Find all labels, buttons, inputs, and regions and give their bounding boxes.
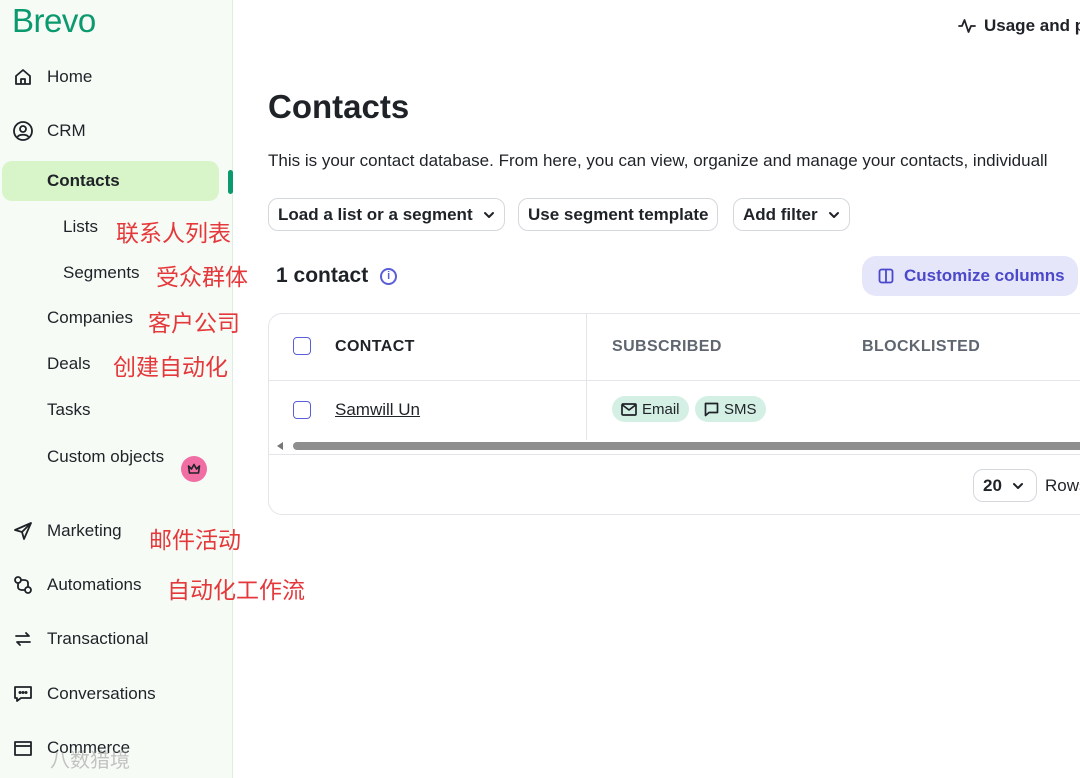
customize-columns-button[interactable]: Customize columns: [862, 256, 1078, 296]
chevron-down-icon: [483, 211, 494, 218]
mail-icon: [621, 402, 637, 416]
sidebar: Brevo Home CRM Contacts Lists Segments C…: [0, 0, 233, 778]
usage-and-plan-link[interactable]: Usage and p: [958, 16, 1080, 36]
columns-icon: [878, 268, 894, 284]
sidebar-item-label: CRM: [47, 121, 86, 140]
sidebar-item-label: Lists: [63, 217, 98, 236]
watermark: 八数猎境: [50, 748, 130, 772]
sidebar-item-crm[interactable]: CRM: [0, 111, 233, 151]
page-description: This is your contact database. From here…: [268, 151, 1048, 170]
sidebar-item-label: Companies: [47, 308, 133, 327]
sidebar-item-label: Contacts: [47, 171, 120, 190]
sms-icon: [704, 402, 719, 416]
annotation-deals: 创建自动化: [113, 355, 228, 381]
rows-per-page-value: 20: [983, 475, 1002, 495]
segment-template-button[interactable]: Use segment template: [518, 198, 719, 231]
usage-label: Usage and p: [984, 16, 1080, 35]
column-header-contact[interactable]: CONTACT: [335, 338, 415, 356]
annotation-marketing: 邮件活动: [149, 528, 241, 554]
contact-name-link[interactable]: Samwill Un: [335, 400, 420, 420]
send-icon: [12, 520, 34, 542]
filter-label: Use segment template: [528, 204, 709, 224]
header-divider: [269, 380, 1080, 381]
page-title: Contacts: [268, 88, 410, 125]
chevron-down-icon: [828, 211, 839, 218]
home-icon: [12, 66, 34, 88]
sidebar-item-label: Tasks: [47, 400, 91, 419]
chevron-down-icon: [1012, 482, 1023, 489]
tag-label: Email: [642, 400, 680, 418]
subscribed-sms-tag: SMS: [695, 396, 766, 422]
brevo-logo[interactable]: Brevo: [12, 2, 96, 40]
rows-per-page-label: Rows: [1045, 476, 1080, 495]
info-icon[interactable]: i: [380, 267, 398, 285]
sidebar-item-label: Marketing: [47, 521, 122, 540]
subscribed-email-tag: Email: [612, 396, 689, 422]
store-icon: [12, 737, 34, 759]
customize-label: Customize columns: [904, 266, 1065, 285]
column-header-blocklisted[interactable]: BLOCKLISTED: [862, 338, 980, 356]
annotation-automations: 自动化工作流: [167, 578, 305, 604]
contact-count-label: 1 contact: [276, 264, 369, 287]
user-circle-icon: [12, 120, 34, 142]
sidebar-item-home[interactable]: Home: [0, 57, 233, 97]
column-header-subscribed[interactable]: SUBSCRIBED: [612, 338, 722, 356]
annotation-lists: 联系人列表: [116, 221, 231, 247]
sidebar-item-label: Transactional: [47, 629, 149, 648]
contacts-table: CONTACT SUBSCRIBED BLOCKLISTED Samwill U…: [268, 313, 1080, 515]
sidebar-item-label: Deals: [47, 354, 91, 373]
crown-icon: [181, 456, 207, 482]
sidebar-item-custom-objects[interactable]: Custom objects: [47, 444, 167, 469]
automation-icon: [12, 574, 34, 596]
sidebar-item-label: Segments: [63, 263, 140, 282]
filter-label: Add filter: [743, 204, 818, 224]
filter-label: Load a list or a segment: [278, 204, 473, 224]
activity-icon: [958, 19, 976, 33]
load-list-segment-dropdown[interactable]: Load a list or a segment: [268, 198, 505, 231]
horizontal-scrollbar[interactable]: [269, 440, 1080, 452]
sidebar-item-label: Automations: [47, 575, 142, 594]
sidebar-item-label: Conversations: [47, 684, 156, 703]
arrows-swap-icon: [12, 628, 34, 650]
rows-per-page-select[interactable]: 20: [973, 469, 1037, 502]
chat-icon: [12, 683, 34, 705]
sidebar-item-label: Home: [47, 67, 93, 86]
annotation-segments: 受众群体: [156, 265, 248, 291]
annotation-companies: 客户公司: [148, 311, 240, 337]
row-checkbox[interactable]: [293, 401, 311, 419]
tag-label: SMS: [724, 400, 757, 418]
footer-divider: [269, 454, 1080, 455]
contact-count: 1 contact i: [276, 264, 398, 288]
scroll-left-arrow[interactable]: [277, 442, 283, 450]
sidebar-item-transactional[interactable]: Transactional: [0, 619, 233, 659]
sidebar-item-conversations[interactable]: Conversations: [0, 674, 233, 714]
sidebar-item-tasks[interactable]: Tasks: [0, 390, 233, 430]
sidebar-item-contacts[interactable]: Contacts: [0, 161, 233, 201]
add-filter-dropdown[interactable]: Add filter: [733, 198, 850, 231]
scrollbar-thumb[interactable]: [293, 442, 1080, 450]
column-divider: [586, 314, 587, 440]
select-all-checkbox[interactable]: [293, 337, 311, 355]
